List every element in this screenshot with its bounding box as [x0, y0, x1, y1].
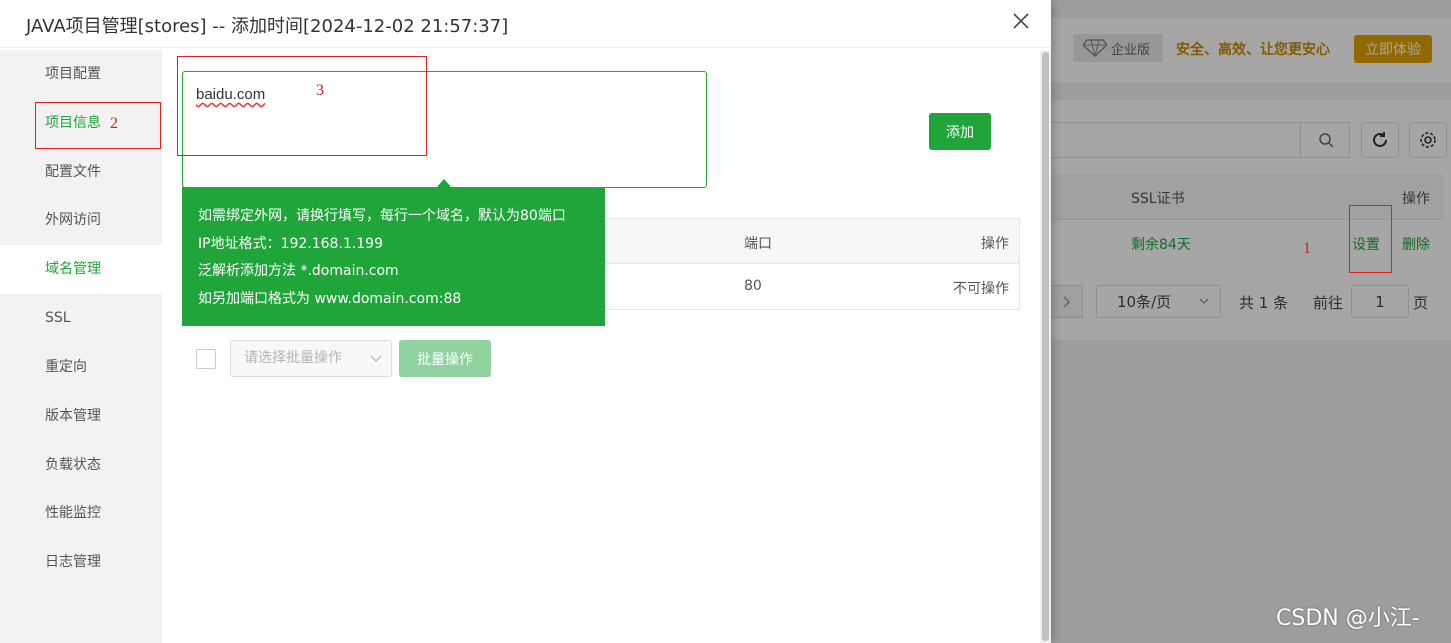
- sidebar-item-load-status[interactable]: 负载状态: [0, 441, 162, 490]
- tooltip-line: IP地址格式：192.168.1.199: [198, 235, 383, 252]
- annotation-box-3: [177, 56, 427, 156]
- annotation-box-2: [35, 102, 161, 149]
- batch-select-placeholder: 请选择批量操作: [244, 350, 342, 366]
- annotation-number-2: 2: [110, 115, 118, 132]
- tooltip-line: 如需绑定外网，请换行填写，每行一个域名，默认为80端口: [198, 208, 566, 224]
- dialog-scrollbar[interactable]: [1040, 50, 1051, 643]
- sidebar-item-version-management[interactable]: 版本管理: [0, 392, 162, 441]
- domain-help-tooltip: 如需绑定外网，请换行填写，每行一个域名，默认为80端口 IP地址格式：192.1…: [182, 187, 605, 326]
- operation-column-header: 操作: [981, 236, 1009, 252]
- operation-cell: 不可操作: [953, 281, 1009, 297]
- sidebar-item-project-config[interactable]: 项目配置: [0, 50, 162, 99]
- batch-operation-button[interactable]: 批量操作: [399, 340, 491, 377]
- annotation-number-1: 1: [1303, 240, 1311, 257]
- batch-operation-select[interactable]: 请选择批量操作: [230, 340, 392, 377]
- tooltip-line: 如另加端口格式为 www.domain.com:88: [198, 290, 462, 307]
- watermark: CSDN @小江-: [1276, 606, 1420, 631]
- sidebar-item-external-access[interactable]: 外网访问: [0, 196, 162, 245]
- annotation-box-1: [1349, 205, 1392, 273]
- sidebar-item-config-file[interactable]: 配置文件: [0, 148, 162, 197]
- close-button[interactable]: [1008, 8, 1034, 34]
- sidebar-item-domain-management[interactable]: 域名管理: [0, 245, 162, 294]
- sidebar-item-redirect[interactable]: 重定向: [0, 343, 162, 392]
- port-column-header: 端口: [744, 236, 772, 252]
- chevron-down-icon: [370, 355, 382, 363]
- select-all-checkbox[interactable]: [196, 349, 216, 369]
- sidebar-item-ssl[interactable]: SSL: [0, 294, 162, 343]
- tooltip-line: 泛解析添加方法 *.domain.com: [198, 263, 399, 279]
- scroll-thumb[interactable]: [1042, 52, 1049, 641]
- sidebar-item-performance-monitor[interactable]: 性能监控: [0, 489, 162, 538]
- sidebar-item-log-management[interactable]: 日志管理: [0, 538, 162, 587]
- close-icon: [1013, 13, 1029, 29]
- dialog-title: JAVA项目管理[stores] -- 添加时间[2024-12-02 21:5…: [26, 16, 509, 37]
- dialog-header: JAVA项目管理[stores] -- 添加时间[2024-12-02 21:5…: [0, 0, 1051, 48]
- annotation-number-3: 3: [316, 82, 324, 99]
- port-cell: 80: [744, 278, 762, 294]
- add-domain-button[interactable]: 添加: [929, 113, 991, 150]
- project-dialog: JAVA项目管理[stores] -- 添加时间[2024-12-02 21:5…: [0, 0, 1051, 643]
